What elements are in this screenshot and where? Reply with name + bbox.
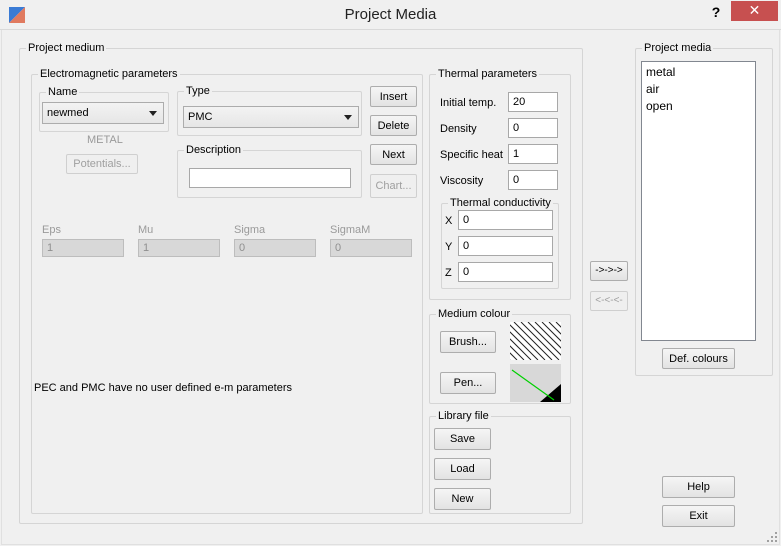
help-icon[interactable]: ? — [709, 3, 723, 21]
viscosity-field[interactable] — [508, 170, 558, 190]
type-combo[interactable]: PMC — [183, 106, 359, 128]
delete-button[interactable]: Delete — [370, 115, 417, 136]
em-note: PEC and PMC have no user defined e-m par… — [34, 382, 293, 394]
conductivity-z-label: Z — [445, 267, 452, 279]
brush-preview-icon — [510, 322, 561, 360]
name-combo[interactable]: newmed — [42, 102, 164, 124]
density-field[interactable] — [508, 118, 558, 138]
pen-preview-icon — [510, 364, 561, 402]
thermal-parameters-title: Thermal parameters — [436, 67, 540, 81]
potentials-button[interactable]: Potentials... — [66, 154, 138, 174]
window-title: Project Media — [344, 6, 437, 23]
next-button[interactable]: Next — [370, 144, 417, 165]
name-group-title: Name — [46, 85, 80, 99]
thermal-conductivity-title: Thermal conductivity — [448, 196, 553, 210]
viscosity-label: Viscosity — [440, 175, 484, 187]
chevron-down-icon — [344, 115, 352, 120]
specific-heat-label: Specific heat — [440, 149, 503, 161]
density-label: Density — [440, 123, 477, 135]
eps-field[interactable] — [42, 239, 124, 257]
mu-field[interactable] — [138, 239, 220, 257]
resize-grip-icon[interactable] — [766, 531, 778, 543]
chart-button[interactable]: Chart... — [370, 174, 417, 198]
exit-button[interactable]: Exit — [662, 505, 735, 527]
sigma-field[interactable] — [234, 239, 316, 257]
insert-button[interactable]: Insert — [370, 86, 417, 107]
sigmam-label: SigmaM — [330, 224, 371, 236]
initial-temp-label: Initial temp. — [440, 97, 497, 109]
conductivity-x-field[interactable] — [458, 210, 553, 230]
eps-label: Eps — [42, 224, 61, 236]
type-combo-value: PMC — [188, 111, 213, 123]
description-input[interactable] — [189, 168, 351, 188]
specific-heat-field[interactable] — [508, 144, 558, 164]
project-media-list[interactable]: metal air open — [641, 61, 756, 341]
sigmam-field[interactable] — [330, 239, 412, 257]
new-button[interactable]: New — [434, 488, 491, 510]
save-button[interactable]: Save — [434, 428, 491, 450]
conductivity-x-label: X — [445, 215, 453, 227]
brush-button[interactable]: Brush... — [440, 331, 496, 353]
initial-temp-field[interactable] — [508, 92, 558, 112]
name-combo-value: newmed — [47, 107, 89, 119]
list-item[interactable]: open — [646, 98, 751, 115]
project-medium-title: Project medium — [26, 41, 107, 55]
mu-label: Mu — [138, 224, 154, 236]
conductivity-z-field[interactable] — [458, 262, 553, 282]
library-file-title: Library file — [436, 409, 491, 423]
help-button[interactable]: Help — [662, 476, 735, 498]
chevron-down-icon — [149, 111, 157, 116]
em-parameters-title: Electromagnetic parameters — [38, 67, 180, 81]
sigma-label: Sigma — [234, 224, 266, 236]
medium-colour-title: Medium colour — [436, 307, 513, 321]
def-colours-button[interactable]: Def. colours — [662, 348, 735, 369]
title-bar: Project Media ? ✕ — [0, 0, 781, 30]
add-to-project-button[interactable]: ->->-> — [590, 261, 628, 281]
close-button[interactable]: ✕ — [731, 1, 778, 21]
project-media-title: Project media — [642, 41, 714, 55]
conductivity-y-label: Y — [445, 241, 453, 253]
type-group-title: Type — [184, 84, 212, 98]
pen-button[interactable]: Pen... — [440, 372, 496, 394]
list-item[interactable]: metal — [646, 64, 751, 81]
description-group-title: Description — [184, 143, 244, 157]
list-item[interactable]: air — [646, 81, 751, 98]
type-label: METAL — [87, 134, 123, 146]
conductivity-y-field[interactable] — [458, 236, 553, 256]
load-button[interactable]: Load — [434, 458, 491, 480]
remove-from-project-button[interactable]: <-<-<- — [590, 291, 628, 311]
